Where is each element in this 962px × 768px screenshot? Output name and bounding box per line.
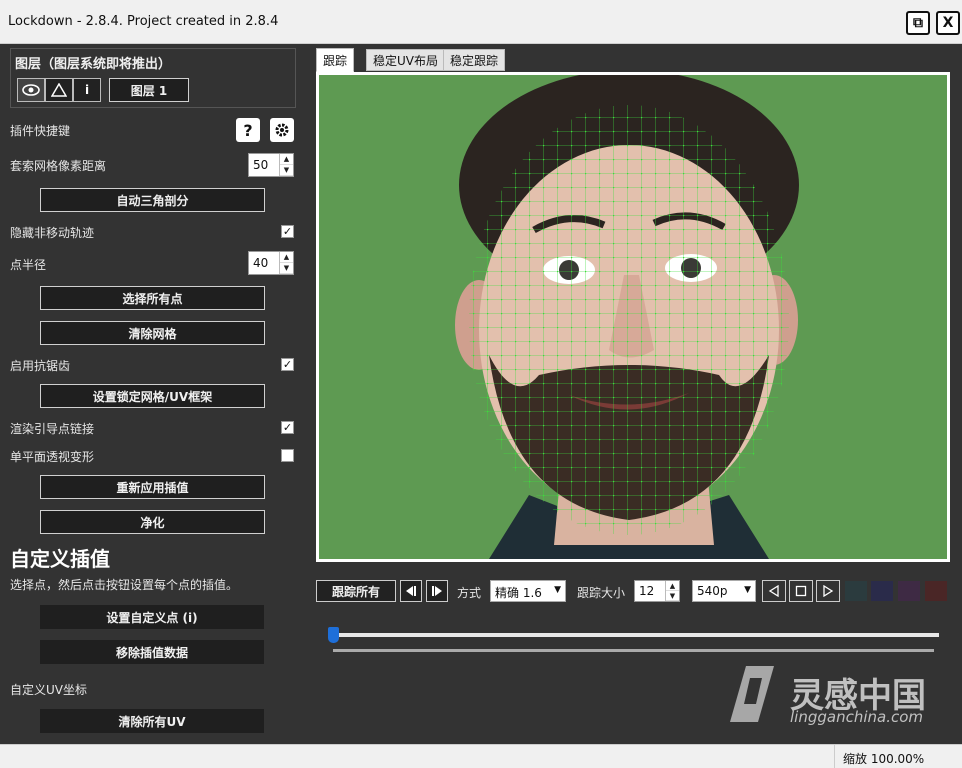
hide-static-label: 隐藏非移动轨迹 [10,226,95,240]
layers-header: 图层（图层系统即将推出） [15,57,172,72]
lasso-distance-stepper[interactable]: 50 ▲ ▼ [248,153,294,177]
mode-label: 方式 [457,586,482,600]
track-all-button[interactable]: 跟踪所有 [316,580,396,602]
render-guide-label: 渲染引导点链接 [10,422,95,436]
zoom-level: 缩放 100.00% [834,745,962,768]
mode-select[interactable]: 精确 1.6 ▼ [490,580,566,602]
mode-value: 精确 1.6 [495,586,542,600]
eye-icon[interactable] [17,78,45,102]
title-bar: Lockdown - 2.8.4. Project created in 2.8… [0,0,962,44]
render-guide-checkbox[interactable]: ✓ [281,421,294,434]
lasso-distance-value: 50 [253,158,269,172]
next-frame-icon[interactable] [816,580,840,602]
tab-tracking[interactable]: 跟踪 [316,48,355,72]
resolution-value: 540p [697,584,728,598]
prev-frame-icon[interactable] [762,580,786,602]
stepper-down-icon[interactable]: ▼ [280,165,293,176]
timeline-handle[interactable] [328,627,339,643]
lasso-distance-label: 套索网格像素距离 [10,159,107,173]
stepper-up-icon[interactable]: ▲ [666,581,679,591]
watermark-url: lingganchina.com [790,708,924,726]
shortcut-label: 插件快捷键 [10,124,71,138]
tracking-viewer[interactable] [316,72,950,562]
track-size-label: 跟踪大小 [577,586,626,600]
antialias-label: 启用抗锯齿 [10,359,71,373]
point-radius-label: 点半径 [10,258,47,272]
remove-interp-button[interactable]: 移除插值数据 [40,640,264,664]
layers-panel: 图层（图层系统即将推出） i 图层 1 [10,48,296,108]
chevron-down-icon: ▼ [554,585,561,595]
dimmed-tool-icon[interactable] [871,581,893,601]
hide-static-checkbox[interactable]: ✓ [281,225,294,238]
restore-button[interactable]: ⧉ [906,11,930,35]
clear-all-uv-button[interactable]: 清除所有UV [40,709,264,733]
stepper-up-icon[interactable]: ▲ [280,154,293,165]
watermark-logo-icon [728,664,776,724]
custom-uv-label: 自定义UV坐标 [10,683,87,697]
face-mesh-overlay [455,75,799,559]
chevron-down-icon: ▼ [744,585,751,595]
track-size-stepper[interactable]: 12 ▲ ▼ [634,580,680,602]
triangle-icon[interactable] [45,78,73,102]
set-custom-points-button[interactable]: 设置自定义点 (i) [40,605,264,629]
point-radius-value: 40 [253,256,269,270]
timeline-track[interactable] [330,633,939,637]
purify-button[interactable]: 净化 [40,510,265,534]
window-title: Lockdown - 2.8.4. Project created in 2.8… [8,14,279,29]
tab-stable-uv-layout[interactable]: 稳定UV布局 [366,49,445,71]
footage-frame[interactable] [319,75,947,559]
planar-perspective-checkbox[interactable] [281,449,294,462]
select-all-points-button[interactable]: 选择所有点 [40,286,265,310]
stop-icon[interactable] [789,580,813,602]
reapply-interpolation-button[interactable]: 重新应用插值 [40,475,265,499]
gear-icon[interactable] [270,118,294,142]
planar-perspective-label: 单平面透视变形 [10,450,95,464]
antialias-checkbox[interactable]: ✓ [281,358,294,371]
dimmed-tool-icon[interactable] [925,581,947,601]
track-backward-icon[interactable] [400,580,422,602]
tab-stable-tracking[interactable]: 稳定跟踪 [443,49,506,71]
custom-interp-heading: 自定义插值 [10,547,110,571]
layer-1-button[interactable]: 图层 1 [109,78,189,102]
stepper-down-icon[interactable]: ▼ [280,263,293,274]
resolution-select[interactable]: 540p ▼ [692,580,756,602]
dimmed-tool-icon[interactable] [845,581,867,601]
help-button[interactable]: ? [236,118,260,142]
status-bar: 缩放 100.00% [0,744,962,768]
dimmed-tool-icon[interactable] [898,581,920,601]
auto-triangulate-button[interactable]: 自动三角剖分 [40,188,265,212]
clear-mesh-button[interactable]: 清除网格 [40,321,265,345]
info-button[interactable]: i [73,78,101,102]
track-forward-icon[interactable] [426,580,448,602]
stepper-down-icon[interactable]: ▼ [666,591,679,601]
close-button[interactable]: X [936,11,960,35]
point-radius-stepper[interactable]: 40 ▲ ▼ [248,251,294,275]
track-size-value: 12 [639,584,655,598]
custom-interp-description: 选择点，然后点击按钮设置每个点的插值。 [10,578,239,592]
set-lock-mesh-button[interactable]: 设置锁定网格/UV框架 [40,384,265,408]
stepper-up-icon[interactable]: ▲ [280,252,293,263]
timeline-range-bar [333,649,934,652]
